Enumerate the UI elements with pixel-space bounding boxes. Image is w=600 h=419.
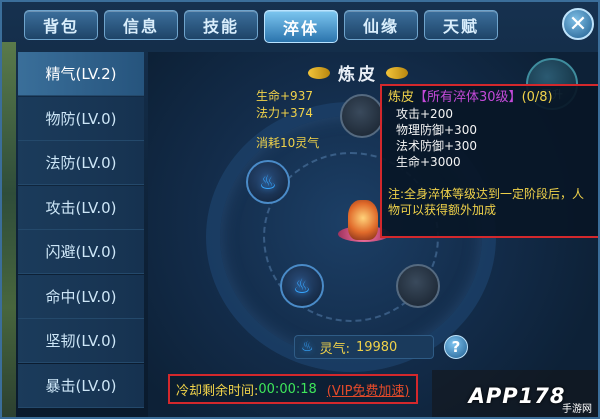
tab-info[interactable]: 信息 bbox=[104, 10, 178, 40]
cooldown-timer: 00:00:18 bbox=[258, 381, 317, 397]
question-icon: ? bbox=[451, 338, 461, 356]
spirit-energy-label: 灵气: bbox=[319, 341, 350, 357]
vip-speedup-link[interactable]: (VIP免费加速) bbox=[327, 380, 410, 399]
panel-title: 炼皮 bbox=[308, 60, 408, 85]
sidebar-item-magic-defense[interactable]: 法防(LV.0) bbox=[18, 141, 144, 185]
wing-ornament-right bbox=[386, 66, 408, 79]
tooltip-stat: 攻击+200 bbox=[396, 107, 453, 121]
stat-mp: 法力+374 bbox=[256, 106, 313, 120]
blue-flame-icon: ♨ bbox=[293, 274, 311, 298]
tab-bar: 背包 信息 技能 淬体 仙缘 天赋 bbox=[24, 10, 498, 43]
scenery-edge bbox=[2, 42, 16, 417]
skill-tooltip: 炼皮【所有淬体30级】(0/8) 攻击+200 物理防御+300 法术防御+30… bbox=[380, 84, 598, 238]
cooldown-label: 冷却剩余时间: bbox=[176, 383, 259, 399]
tooltip-stat: 生命+3000 bbox=[396, 155, 461, 169]
tab-skills[interactable]: 技能 bbox=[184, 10, 258, 40]
tooltip-stat: 物理防御+300 bbox=[396, 123, 477, 137]
close-icon: ✕ bbox=[568, 11, 588, 37]
upgrade-cost: 消耗10灵气 bbox=[256, 136, 320, 150]
spirit-flame-icon: ♨ bbox=[301, 339, 314, 355]
page-title: 炼皮 bbox=[338, 65, 378, 85]
sidebar-item-attack[interactable]: 攻击(LV.0) bbox=[18, 185, 144, 230]
watermark-subtitle: 手游网 bbox=[562, 404, 592, 415]
blue-flame-icon: ♨ bbox=[259, 170, 277, 194]
acupoint-slot-top[interactable] bbox=[340, 94, 384, 138]
stat-bonuses: 生命+937 法力+374 bbox=[256, 88, 313, 122]
help-button[interactable]: ? bbox=[444, 335, 468, 359]
cooldown-bar: 冷却剩余时间: 00:00:18 (VIP免费加速) bbox=[168, 374, 418, 404]
spirit-energy-value: 19980 bbox=[355, 339, 398, 355]
sidebar-item-dodge[interactable]: 闪避(LV.0) bbox=[18, 230, 144, 274]
tab-talent[interactable]: 天赋 bbox=[424, 10, 498, 40]
tooltip-title: 炼皮【所有淬体30级】(0/8) bbox=[388, 90, 594, 106]
game-window: 背包 信息 技能 淬体 仙缘 天赋 ✕ 精气(LV.2) 物防(LV.0) 法防… bbox=[0, 0, 600, 419]
sidebar-item-essence[interactable]: 精气(LV.2) bbox=[18, 52, 144, 96]
sidebar-item-accuracy[interactable]: 命中(LV.0) bbox=[18, 274, 144, 319]
tab-tempering[interactable]: 淬体 bbox=[264, 10, 338, 43]
sidebar-item-toughness[interactable]: 坚韧(LV.0) bbox=[18, 319, 144, 363]
site-watermark: APP178 手游网 bbox=[432, 370, 598, 417]
tab-bag[interactable]: 背包 bbox=[24, 10, 98, 40]
wing-ornament-left bbox=[308, 66, 330, 79]
sidebar-item-critical[interactable]: 暴击(LV.0) bbox=[18, 363, 144, 408]
sidebar-item-physical-defense[interactable]: 物防(LV.0) bbox=[18, 96, 144, 141]
close-button[interactable]: ✕ bbox=[562, 8, 594, 40]
tooltip-note: 注:全身淬体等级达到一定阶段后，人物可以获得额外加成 bbox=[388, 187, 585, 217]
acupoint-slot-bottom-left[interactable]: ♨ bbox=[280, 264, 324, 308]
acupoint-slot-left[interactable]: ♨ bbox=[246, 160, 290, 204]
acupoint-slot-bottom-right[interactable] bbox=[396, 264, 440, 308]
character-figure bbox=[348, 200, 378, 240]
spirit-energy-display: ♨ 灵气: 19980 bbox=[294, 335, 434, 359]
stat-hp: 生命+937 bbox=[256, 89, 313, 103]
tooltip-requirement: 【所有淬体30级】 bbox=[414, 90, 522, 105]
watermark-logo: APP178 bbox=[468, 383, 566, 408]
tab-immortal-fate[interactable]: 仙缘 bbox=[344, 10, 418, 40]
tooltip-progress: (0/8) bbox=[521, 90, 553, 105]
tooltip-stat: 法术防御+300 bbox=[396, 139, 477, 153]
sidebar: 精气(LV.2) 物防(LV.0) 法防(LV.0) 攻击(LV.0) 闪避(L… bbox=[18, 52, 144, 408]
tooltip-name: 炼皮 bbox=[388, 90, 415, 105]
